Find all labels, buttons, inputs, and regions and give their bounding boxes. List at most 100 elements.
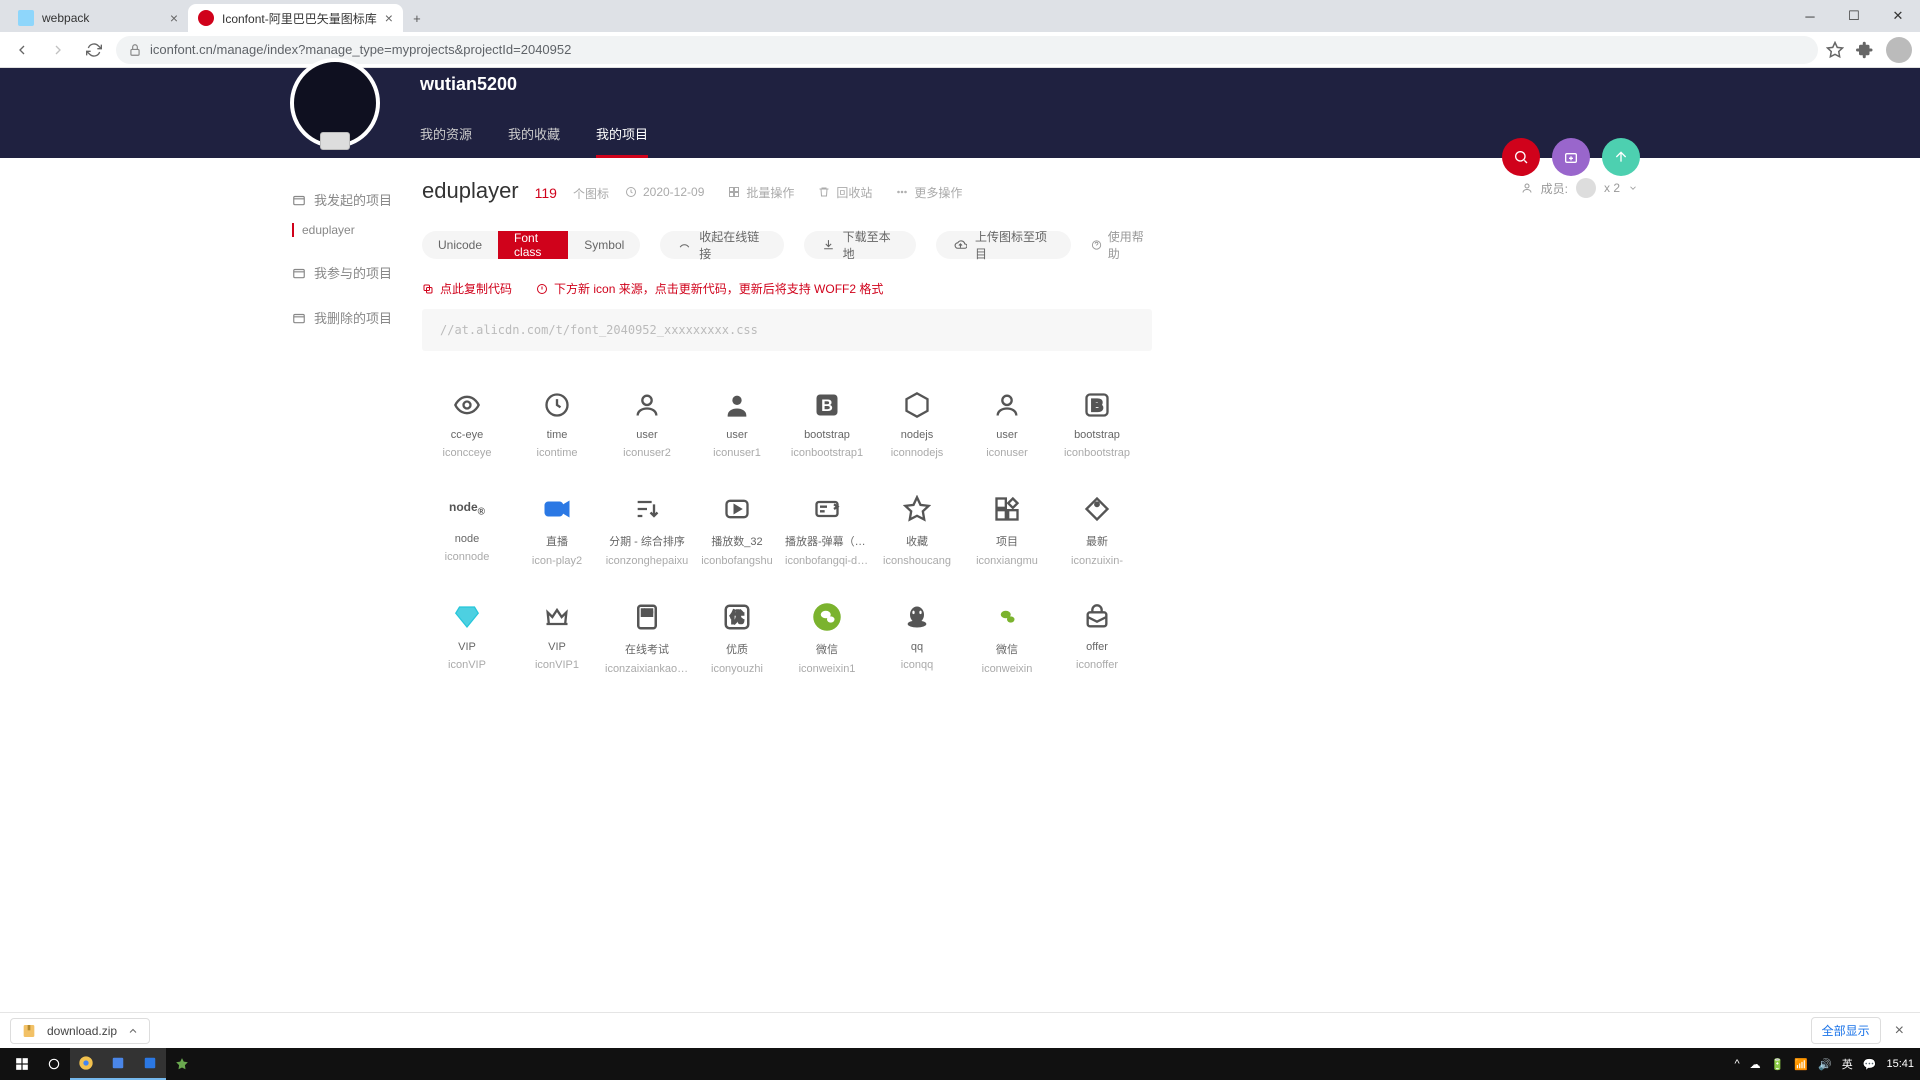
mode-segment: Unicode Font class Symbol <box>422 231 640 259</box>
icon-cell[interactable]: node® node iconnode <box>422 491 512 567</box>
folder-icon <box>292 311 306 325</box>
bsF-icon: B <box>809 387 845 423</box>
icon-class: iconqq <box>901 659 933 671</box>
tray-battery-icon[interactable]: 🔋 <box>1771 1058 1785 1071</box>
download-chip[interactable]: download.zip <box>10 1018 150 1044</box>
new-tab-button[interactable]: + <box>403 4 431 32</box>
show-all-downloads[interactable]: 全部显示 <box>1811 1017 1881 1044</box>
back-button[interactable] <box>8 36 36 64</box>
icon-cell[interactable]: B bootstrap iconbootstrap1 <box>782 387 872 459</box>
batch-button[interactable]: 批量操作 <box>728 184 794 201</box>
close-icon[interactable]: × <box>170 10 178 26</box>
browser-tab-iconfont[interactable]: Iconfont-阿里巴巴矢量图标库 × <box>188 4 403 32</box>
icon-class: iconuser2 <box>623 447 671 459</box>
upload-button[interactable] <box>1602 138 1640 176</box>
mode-unicode[interactable]: Unicode <box>422 231 498 259</box>
icon-cell[interactable]: 微信 iconweixin <box>962 599 1052 675</box>
notifications-icon[interactable]: 💬 <box>1863 1058 1877 1071</box>
icon-cell[interactable]: user iconuser <box>962 387 1052 459</box>
app3-taskbar[interactable] <box>166 1048 198 1080</box>
copy-icon <box>422 283 434 295</box>
sidebar-created[interactable]: 我发起的项目 <box>292 182 412 217</box>
icon-class: iconbofangqi-da... <box>785 555 869 567</box>
copy-code-link[interactable]: 点此复制代码 <box>422 280 512 297</box>
download-button[interactable]: 下载至本地 <box>804 231 916 259</box>
profile-avatar[interactable] <box>1886 37 1912 63</box>
icon-cell[interactable]: 最新 iconzuixin- <box>1052 491 1142 567</box>
reload-button[interactable] <box>80 36 108 64</box>
svg-text:100: 100 <box>642 610 653 617</box>
collapse-link-button[interactable]: 收起在线链接 <box>660 231 783 259</box>
tray-cloud-icon[interactable]: ☁ <box>1750 1058 1761 1071</box>
close-icon[interactable]: × <box>385 10 393 26</box>
clock[interactable]: 15:41 <box>1886 1058 1914 1070</box>
more-button[interactable]: 更多操作 <box>896 184 962 201</box>
tray-chevron-icon[interactable]: ^ <box>1734 1058 1739 1070</box>
icon-cell[interactable]: 分期 - 综合排序 iconzonghepaixu <box>602 491 692 567</box>
mode-fontclass[interactable]: Font class <box>498 231 568 259</box>
tray-volume-icon[interactable]: 🔊 <box>1818 1058 1832 1071</box>
ime-indicator[interactable]: 英 <box>1842 1056 1853 1072</box>
icon-cell[interactable]: 优 优质 iconyouzhi <box>692 599 782 675</box>
icon-cell[interactable]: 播放数_32 iconbofangshu <box>692 491 782 567</box>
start-button[interactable] <box>6 1048 38 1080</box>
members[interactable]: 成员: x 2 <box>1521 178 1638 198</box>
wechatO-icon <box>989 599 1025 635</box>
sidebar-deleted[interactable]: 我删除的项目 <box>292 300 412 335</box>
chrome-taskbar[interactable] <box>70 1048 102 1080</box>
icon-cell[interactable]: 微信 iconweixin1 <box>782 599 872 675</box>
icon-cell[interactable]: nodejs iconnodejs <box>872 387 962 459</box>
css-url-box[interactable]: //at.alicdn.com/t/font_2040952_xxxxxxxxx… <box>422 309 1152 351</box>
icon-cell[interactable]: 直播 icon-play2 <box>512 491 602 567</box>
cortana-button[interactable] <box>38 1048 70 1080</box>
close-window-button[interactable]: ✕ <box>1876 0 1920 32</box>
icon-cell[interactable]: 收藏 iconshoucang <box>872 491 962 567</box>
trash-button[interactable]: 回收站 <box>818 184 872 201</box>
cart-button[interactable] <box>1552 138 1590 176</box>
tab-projects[interactable]: 我的项目 <box>596 112 648 158</box>
username: wutian5200 <box>420 74 517 95</box>
tray-wifi-icon[interactable]: 📶 <box>1794 1058 1808 1071</box>
search-button[interactable] <box>1502 138 1540 176</box>
zip-icon <box>21 1023 37 1039</box>
app2-taskbar[interactable] <box>134 1048 166 1080</box>
favicon-icon <box>198 10 214 26</box>
crown-icon <box>539 599 575 635</box>
icon-cell[interactable]: cc-eye iconcceye <box>422 387 512 459</box>
sidebar-label: 我参与的项目 <box>314 263 392 282</box>
tab-resources[interactable]: 我的资源 <box>420 112 472 158</box>
icon-cell[interactable]: 播放器-弹幕（开... iconbofangqi-da... <box>782 491 872 567</box>
close-downloads-bar[interactable]: × <box>1889 1022 1910 1040</box>
icon-cell[interactable]: VIP iconVIP1 <box>512 599 602 675</box>
sidebar-joined[interactable]: 我参与的项目 <box>292 255 412 290</box>
icon-cell[interactable]: VIP iconVIP <box>422 599 512 675</box>
icon-cell[interactable]: 项目 iconxiangmu <box>962 491 1052 567</box>
icon-cell[interactable]: time icontime <box>512 387 602 459</box>
star-icon[interactable] <box>1826 41 1844 59</box>
sidebar-label: 我删除的项目 <box>314 308 392 327</box>
icon-cell[interactable]: 100 在线考试 iconzaixiankaoshi <box>602 599 692 675</box>
mode-symbol[interactable]: Symbol <box>568 231 640 259</box>
maximize-button[interactable]: ☐ <box>1832 0 1876 32</box>
browser-tab-webpack[interactable]: webpack × <box>8 4 188 32</box>
icon-class: iconzaixiankaoshi <box>605 663 689 675</box>
icon-cell[interactable]: user iconuser1 <box>692 387 782 459</box>
sidebar-project-eduplayer[interactable]: eduplayer <box>292 223 412 237</box>
minimize-button[interactable]: ─ <box>1788 0 1832 32</box>
address-bar[interactable]: iconfont.cn/manage/index?manage_type=myp… <box>116 36 1818 64</box>
user-avatar[interactable] <box>290 58 380 148</box>
icon-cell[interactable]: B bootstrap iconbootstrap <box>1052 387 1142 459</box>
app-taskbar[interactable] <box>102 1048 134 1080</box>
extensions-icon[interactable] <box>1856 41 1874 59</box>
icon-cell[interactable]: offer iconoffer <box>1052 599 1142 675</box>
help-link[interactable]: 使用帮助 <box>1091 228 1152 262</box>
user-icon <box>1521 182 1533 194</box>
upload-icons-button[interactable]: 上传图标至项目 <box>936 231 1071 259</box>
icon-class: iconuser <box>986 447 1028 459</box>
cam-icon <box>539 491 575 527</box>
forward-button[interactable] <box>44 36 72 64</box>
icon-cell[interactable]: qq iconqq <box>872 599 962 675</box>
tab-favorites[interactable]: 我的收藏 <box>508 112 560 158</box>
icon-cell[interactable]: user iconuser2 <box>602 387 692 459</box>
chevron-up-icon[interactable] <box>127 1025 139 1037</box>
